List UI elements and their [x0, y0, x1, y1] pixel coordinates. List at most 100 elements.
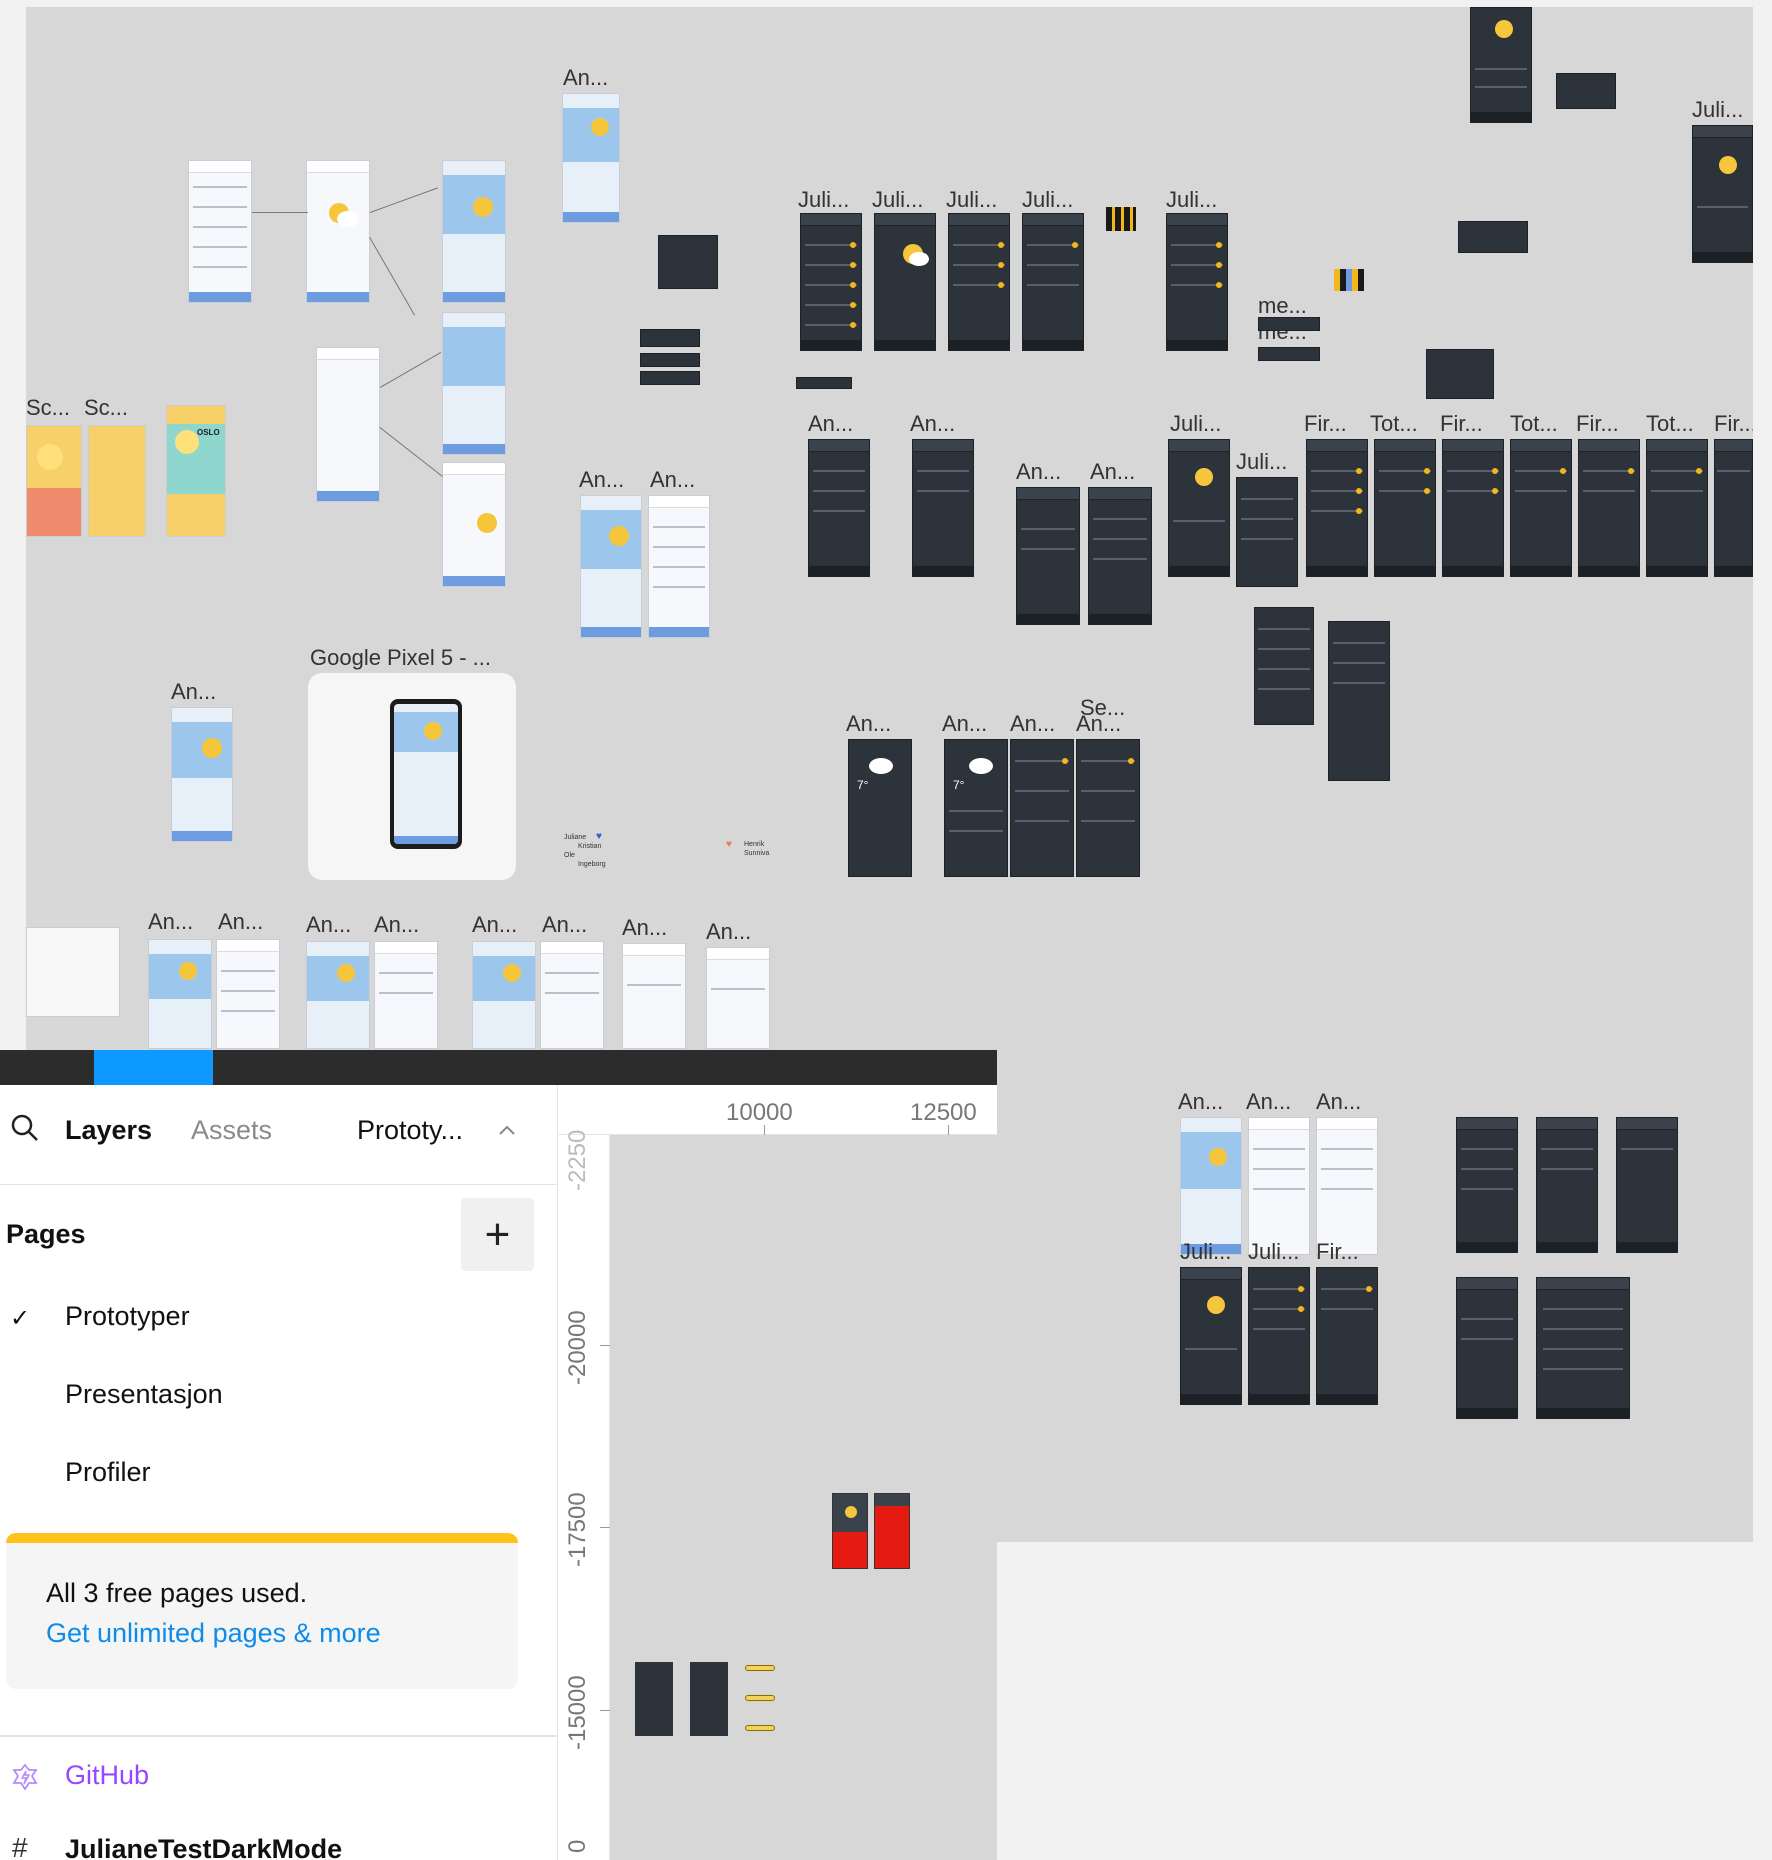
frame-thumbnail[interactable] — [1076, 739, 1140, 877]
frame-thumbnail[interactable] — [442, 160, 506, 303]
frame-thumbnail[interactable] — [796, 377, 852, 389]
frame-thumbnail[interactable] — [1556, 73, 1616, 109]
frame-label: An... — [1246, 1089, 1292, 1114]
frame-thumbnail[interactable] — [706, 947, 770, 1049]
frame-thumbnail[interactable] — [1258, 317, 1320, 331]
page-item-prototyper[interactable]: Prototyper — [65, 1301, 190, 1332]
frame-thumbnail[interactable] — [1426, 349, 1494, 399]
frame-thumbnail[interactable] — [1646, 439, 1708, 577]
frame-thumbnail[interactable] — [948, 213, 1010, 351]
frame-label: Juli... — [1170, 411, 1222, 436]
upgrade-link[interactable]: Get unlimited pages & more — [46, 1618, 381, 1649]
frame-thumbnail[interactable] — [1316, 1267, 1378, 1405]
frame-label: An... — [148, 909, 194, 934]
chevron-up-icon[interactable] — [498, 1123, 516, 1141]
search-icon[interactable] — [10, 1113, 40, 1148]
frame-thumbnail[interactable] — [1456, 1277, 1518, 1419]
layer-juliane-test-dark-mode[interactable]: JulianeTestDarkMode — [65, 1834, 342, 1860]
frame-thumbnail[interactable] — [442, 462, 506, 587]
frame-thumbnail[interactable] — [148, 939, 212, 1049]
frame-thumbnail[interactable] — [216, 939, 280, 1049]
frame-thumbnail[interactable] — [1258, 347, 1320, 361]
canvas-lower-area[interactable] — [610, 1135, 997, 1860]
frame-label: An... — [563, 65, 609, 90]
frame-thumbnail[interactable] — [1180, 1117, 1242, 1255]
frame-thumbnail[interactable] — [1510, 439, 1572, 577]
frame-thumbnail[interactable] — [1016, 487, 1080, 625]
device-preview-frame[interactable] — [308, 673, 516, 880]
tab-layers[interactable]: Layers — [65, 1115, 152, 1146]
ruler-label: 0 — [564, 1839, 591, 1853]
frame-thumbnail[interactable] — [442, 312, 506, 455]
frame-thumbnail[interactable] — [640, 329, 700, 347]
frame-thumbnail[interactable] — [635, 1662, 673, 1736]
frame-thumbnail[interactable] — [808, 439, 870, 577]
frame-thumbnail[interactable]: 7° — [848, 739, 912, 877]
frame-thumbnail[interactable] — [640, 371, 700, 385]
page-item-presentasjon[interactable]: Presentasjon — [65, 1379, 223, 1410]
frame-thumbnail[interactable] — [1374, 439, 1436, 577]
add-page-button[interactable]: + — [461, 1198, 534, 1271]
frame-thumbnail[interactable] — [88, 425, 146, 537]
comment-name: Ingeborg — [578, 861, 606, 868]
frame-thumbnail[interactable] — [1236, 477, 1298, 587]
frame-thumbnail[interactable]: OSLO — [166, 405, 226, 537]
sketch-image[interactable] — [26, 927, 120, 1017]
frame-label: Tot... — [1370, 411, 1418, 436]
frame-thumbnail[interactable] — [1248, 1267, 1310, 1405]
frame-thumbnail[interactable] — [1166, 213, 1228, 351]
frame-thumbnail[interactable] — [1248, 1117, 1310, 1255]
frame-thumbnail[interactable] — [1168, 439, 1230, 577]
frame-thumbnail[interactable] — [640, 353, 700, 367]
frame-thumbnail[interactable] — [316, 347, 380, 502]
frame-thumbnail[interactable] — [690, 1662, 728, 1736]
frame-thumbnail[interactable] — [912, 439, 974, 577]
frame-thumbnail[interactable] — [188, 160, 252, 303]
frame-thumbnail[interactable] — [306, 160, 370, 303]
frame-thumbnail[interactable] — [800, 213, 862, 351]
frame-thumbnail[interactable] — [580, 495, 642, 638]
frame-thumbnail[interactable] — [1536, 1117, 1598, 1253]
page-selector[interactable]: Prototy... — [357, 1115, 463, 1146]
frame-thumbnail[interactable] — [1456, 1117, 1518, 1253]
frame-thumbnail[interactable] — [1578, 439, 1640, 577]
frame-thumbnail[interactable] — [171, 707, 233, 842]
frame-thumbnail[interactable] — [1022, 213, 1084, 351]
frame-thumbnail[interactable] — [540, 941, 604, 1049]
frame-thumbnail[interactable] — [306, 941, 370, 1049]
frame-thumbnail[interactable] — [1692, 125, 1753, 263]
frame-thumbnail[interactable] — [1254, 607, 1314, 725]
frame-thumbnail[interactable] — [374, 941, 438, 1049]
ruler-label: -15000 — [564, 1675, 591, 1750]
frame-thumbnail[interactable] — [832, 1493, 868, 1569]
active-tool-button[interactable] — [94, 1050, 213, 1085]
frame-thumbnail[interactable] — [1442, 439, 1504, 577]
frame-label: An... — [1090, 459, 1136, 484]
frame-thumbnail[interactable] — [874, 1493, 910, 1569]
frame-thumbnail[interactable] — [472, 941, 536, 1049]
frame-thumbnail[interactable] — [658, 235, 718, 289]
frame-thumbnail[interactable] — [1316, 1117, 1378, 1255]
frame-thumbnail[interactable] — [1714, 439, 1753, 577]
frame-thumbnail[interactable] — [874, 213, 936, 351]
frame-thumbnail[interactable] — [1536, 1277, 1630, 1419]
frame-label: Fir... — [1714, 411, 1753, 436]
frame-thumbnail[interactable] — [1328, 621, 1390, 781]
frame-thumbnail[interactable]: 7° — [944, 739, 1008, 877]
frame-thumbnail[interactable] — [1180, 1267, 1242, 1405]
frame-thumbnail[interactable] — [1458, 221, 1528, 253]
frame-thumbnail[interactable] — [622, 943, 686, 1049]
frame-thumbnail[interactable] — [1306, 439, 1368, 577]
frame-thumbnail[interactable] — [1088, 487, 1152, 625]
layer-github[interactable]: GitHub — [65, 1760, 149, 1791]
page-item-profiler[interactable]: Profiler — [65, 1457, 151, 1488]
frame-thumbnail[interactable] — [562, 93, 620, 223]
frame-thumbnail[interactable] — [648, 495, 710, 638]
frame-thumbnail[interactable] — [26, 425, 82, 537]
frame-label: Fir... — [1316, 1239, 1359, 1264]
frame-thumbnail[interactable] — [1616, 1117, 1678, 1253]
frame-label: Google Pixel 5 - ... — [310, 645, 491, 670]
tab-assets[interactable]: Assets — [191, 1115, 272, 1146]
frame-thumbnail[interactable] — [1010, 739, 1074, 877]
frame-thumbnail[interactable] — [1470, 7, 1532, 123]
